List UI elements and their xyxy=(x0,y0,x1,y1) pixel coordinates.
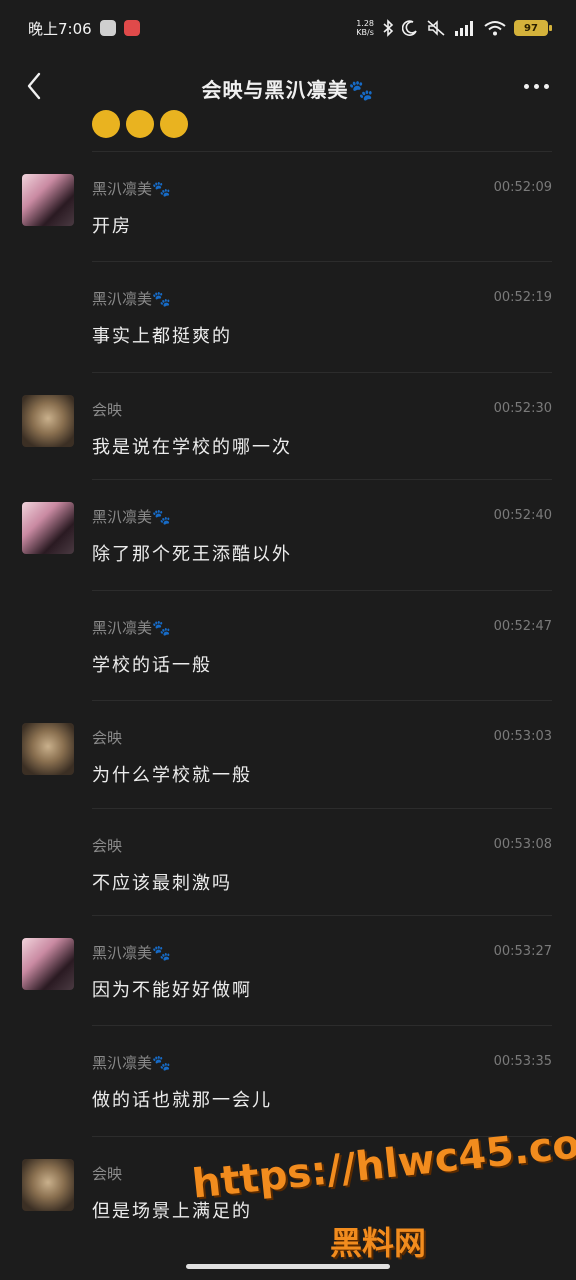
message-sender: 黑汃凛美🐾 xyxy=(92,1054,171,1072)
home-indicator[interactable] xyxy=(186,1264,390,1269)
message-item[interactable]: 黑汃凛美🐾 00:52:47 学校的话一般 xyxy=(0,591,576,699)
message-text: 开房 xyxy=(92,216,132,237)
bluetooth-icon xyxy=(383,19,394,37)
soul-app-icon xyxy=(99,20,116,36)
mute-icon xyxy=(427,20,445,36)
more-dot-icon xyxy=(533,83,539,89)
message-sender: 黑汃凛美🐾 xyxy=(92,944,171,962)
message-sender: 黑汃凛美🐾 xyxy=(92,180,171,198)
message-sender: 黑汃凛美🐾 xyxy=(92,508,171,526)
emoji-row xyxy=(92,110,188,138)
status-left: 晚上7:06 xyxy=(28,18,140,39)
message-text: 事实上都挺爽的 xyxy=(92,326,232,347)
message-time: 00:53:08 xyxy=(493,837,552,852)
network-speed: 1.28 KB/s xyxy=(356,19,374,37)
message-sender: 黑汃凛美🐾 xyxy=(92,619,171,637)
message-sender: 会映 xyxy=(92,401,123,419)
message-sender: 会映 xyxy=(92,837,123,855)
message-time: 00:53:35 xyxy=(493,1054,552,1069)
message-item[interactable]: 会映 00:52:30 我是说在学校的哪一次 xyxy=(0,373,576,481)
watermark-name: 黑料网 xyxy=(330,1224,427,1262)
message-item[interactable]: 黑汃凛美🐾 00:52:09 开房 xyxy=(0,152,576,260)
moon-icon xyxy=(402,20,417,36)
avatar[interactable] xyxy=(22,1159,74,1211)
more-dot-icon xyxy=(543,83,549,89)
message-sender: 会映 xyxy=(92,1165,123,1183)
message-text: 除了那个死王添酷以外 xyxy=(92,544,292,565)
status-right: 1.28 KB/s 97 xyxy=(356,19,552,37)
message-time: 00:52:09 xyxy=(493,180,552,195)
wifi-icon xyxy=(484,21,506,36)
battery-indicator: 97 xyxy=(514,20,552,36)
message-item[interactable]: 黑汃凛美🐾 00:53:27 因为不能好好做啊 xyxy=(0,916,576,1024)
message-time: 00:53:03 xyxy=(493,729,552,744)
avatar[interactable] xyxy=(22,502,74,554)
message-item[interactable]: 会映 00:53:03 为什么学校就一般 xyxy=(0,701,576,809)
watermark: https://hlwc45.com 黑料网 xyxy=(190,1117,576,1262)
message-time: 00:52:40 xyxy=(493,508,552,523)
status-bar: 晚上7:06 1.28 KB/s 97 xyxy=(0,0,576,56)
message-text: 不应该最刺激吗 xyxy=(92,873,232,894)
more-dot-icon xyxy=(523,83,529,89)
emoji-icon xyxy=(126,110,154,138)
message-time: 00:52:19 xyxy=(493,290,552,305)
emoji-icon xyxy=(92,110,120,138)
message-time: 00:52:30 xyxy=(493,401,552,416)
message-text: 学校的话一般 xyxy=(92,655,212,676)
emoji-icon xyxy=(160,110,188,138)
avatar[interactable] xyxy=(22,723,74,775)
avatar[interactable] xyxy=(22,395,74,447)
chat-title: 会映与黑汃凛美🐾 xyxy=(201,78,375,102)
chat-message-list[interactable]: 黑汃凛美🐾 00:52:09 开房 黑汃凛美🐾 00:52:19 事实上都挺爽的… xyxy=(0,100,576,1260)
message-item[interactable]: 会映 00:53:08 不应该最刺激吗 xyxy=(0,809,576,917)
avatar[interactable] xyxy=(22,174,74,226)
message-text: 做的话也就那一会儿 xyxy=(92,1090,272,1111)
signal-icon xyxy=(455,21,473,36)
avatar[interactable] xyxy=(22,938,74,990)
message-time: 00:52:47 xyxy=(493,619,552,634)
message-sender: 会映 xyxy=(92,729,123,747)
record-app-icon xyxy=(123,20,140,36)
message-sender: 黑汃凛美🐾 xyxy=(92,290,171,308)
message-item[interactable]: 黑汃凛美🐾 00:52:19 事实上都挺爽的 xyxy=(0,262,576,370)
message-item[interactable]: 黑汃凛美🐾 00:53:35 做的话也就那一会儿 xyxy=(0,1026,576,1134)
message-item[interactable]: 黑汃凛美🐾 00:52:40 除了那个死王添酷以外 xyxy=(0,480,576,588)
more-options-button[interactable] xyxy=(520,74,552,98)
message-text: 我是说在学校的哪一次 xyxy=(92,437,292,458)
message-text: 因为不能好好做啊 xyxy=(92,980,252,1001)
message-text: 为什么学校就一般 xyxy=(92,765,252,786)
status-time: 晚上7:06 xyxy=(28,19,92,38)
message-time: 00:53:27 xyxy=(493,944,552,959)
